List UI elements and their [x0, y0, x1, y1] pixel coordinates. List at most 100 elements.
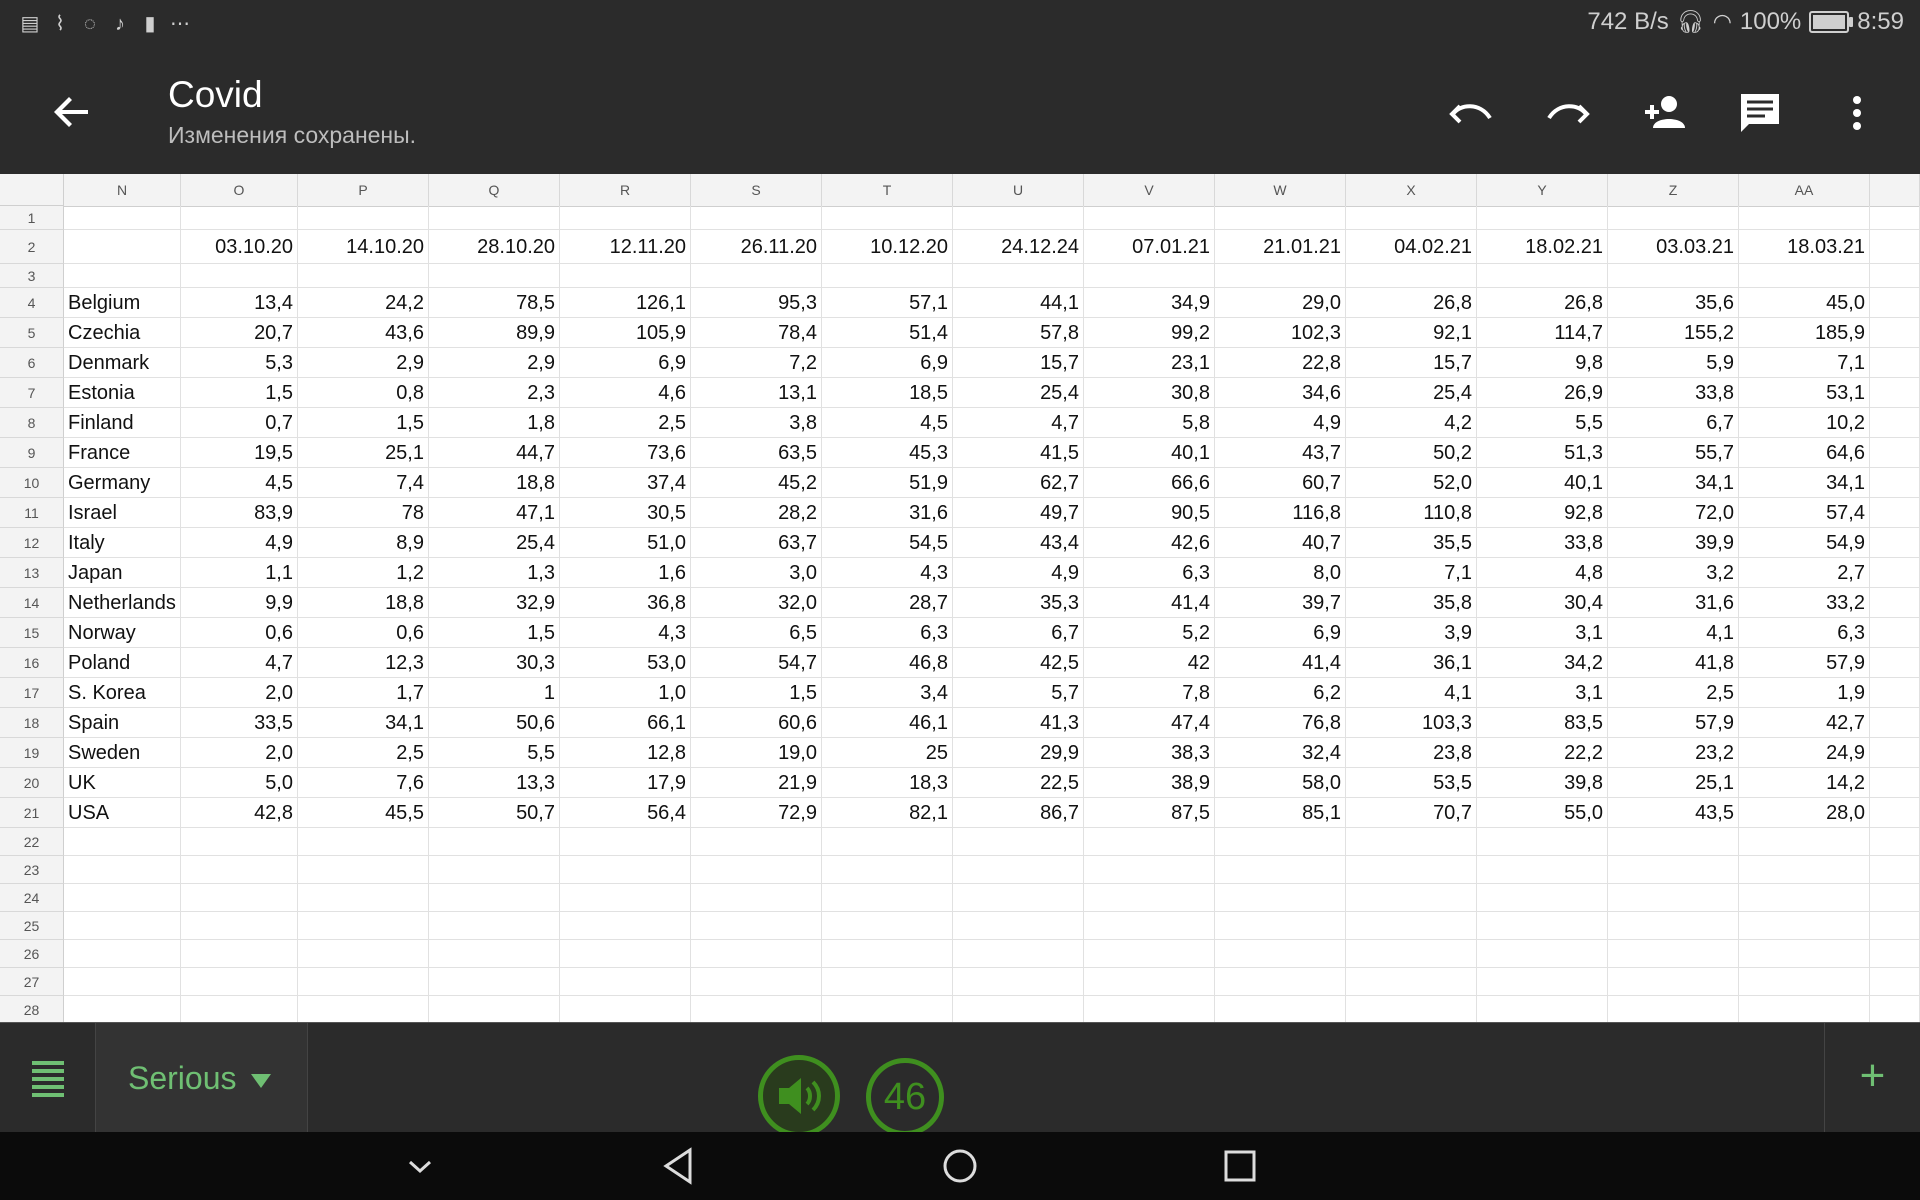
- table-cell[interactable]: [953, 996, 1084, 1022]
- date-header-cell[interactable]: 03.03.21: [1608, 230, 1739, 264]
- value-cell[interactable]: 6,5: [691, 618, 822, 648]
- row-header[interactable]: 2: [0, 230, 64, 264]
- value-cell[interactable]: 6,3: [1084, 558, 1215, 588]
- table-cell[interactable]: [1608, 884, 1739, 912]
- value-cell[interactable]: 15,7: [953, 348, 1084, 378]
- value-cell[interactable]: 155,2: [1608, 318, 1739, 348]
- value-cell[interactable]: 26,8: [1477, 288, 1608, 318]
- country-name-cell[interactable]: Netherlands: [64, 588, 181, 618]
- table-cell[interactable]: [1346, 996, 1477, 1022]
- table-cell[interactable]: [181, 912, 298, 940]
- table-cell[interactable]: [1870, 468, 1920, 498]
- value-cell[interactable]: 2,7: [1739, 558, 1870, 588]
- value-cell[interactable]: 42,7: [1739, 708, 1870, 738]
- value-cell[interactable]: 45,3: [822, 438, 953, 468]
- table-cell[interactable]: [181, 940, 298, 968]
- value-cell[interactable]: 1,3: [429, 558, 560, 588]
- table-cell[interactable]: [1870, 206, 1920, 230]
- table-cell[interactable]: [1870, 798, 1920, 828]
- value-cell[interactable]: 55,0: [1477, 798, 1608, 828]
- value-cell[interactable]: 3,0: [691, 558, 822, 588]
- table-cell[interactable]: [822, 996, 953, 1022]
- value-cell[interactable]: 34,6: [1215, 378, 1346, 408]
- value-cell[interactable]: 66,6: [1084, 468, 1215, 498]
- table-cell[interactable]: [1870, 678, 1920, 708]
- value-cell[interactable]: 20,7: [181, 318, 298, 348]
- value-cell[interactable]: 54,9: [1739, 528, 1870, 558]
- table-cell[interactable]: [1870, 738, 1920, 768]
- value-cell[interactable]: 30,4: [1477, 588, 1608, 618]
- table-cell[interactable]: [1870, 618, 1920, 648]
- value-cell[interactable]: 1,5: [691, 678, 822, 708]
- table-cell[interactable]: [64, 856, 181, 884]
- value-cell[interactable]: 7,1: [1739, 348, 1870, 378]
- value-cell[interactable]: 2,3: [429, 378, 560, 408]
- value-cell[interactable]: 17,9: [560, 768, 691, 798]
- value-cell[interactable]: 1,7: [298, 678, 429, 708]
- table-cell[interactable]: [1477, 912, 1608, 940]
- table-cell[interactable]: [1739, 912, 1870, 940]
- value-cell[interactable]: 19,5: [181, 438, 298, 468]
- sheets-list-button[interactable]: [0, 1023, 96, 1133]
- value-cell[interactable]: 7,4: [298, 468, 429, 498]
- value-cell[interactable]: 40,1: [1477, 468, 1608, 498]
- value-cell[interactable]: 45,0: [1739, 288, 1870, 318]
- country-name-cell[interactable]: Italy: [64, 528, 181, 558]
- value-cell[interactable]: 19,0: [691, 738, 822, 768]
- table-cell[interactable]: [1215, 912, 1346, 940]
- value-cell[interactable]: 1,2: [298, 558, 429, 588]
- column-header-z[interactable]: Z: [1608, 174, 1739, 206]
- value-cell[interactable]: 3,4: [822, 678, 953, 708]
- value-cell[interactable]: 54,7: [691, 648, 822, 678]
- nav-recents-button[interactable]: [1218, 1144, 1262, 1188]
- value-cell[interactable]: 44,7: [429, 438, 560, 468]
- table-cell[interactable]: [560, 968, 691, 996]
- country-name-cell[interactable]: Czechia: [64, 318, 181, 348]
- date-header-cell[interactable]: 12.11.20: [560, 230, 691, 264]
- column-header-r[interactable]: R: [560, 174, 691, 206]
- value-cell[interactable]: 1,8: [429, 408, 560, 438]
- table-cell[interactable]: [822, 912, 953, 940]
- table-cell[interactable]: [181, 884, 298, 912]
- value-cell[interactable]: 4,3: [560, 618, 691, 648]
- table-cell[interactable]: [429, 912, 560, 940]
- value-cell[interactable]: 55,7: [1608, 438, 1739, 468]
- speaker-overlay-button[interactable]: [758, 1055, 840, 1137]
- table-cell[interactable]: [1477, 856, 1608, 884]
- value-cell[interactable]: 4,5: [181, 468, 298, 498]
- value-cell[interactable]: 35,5: [1346, 528, 1477, 558]
- value-cell[interactable]: 25,4: [429, 528, 560, 558]
- table-cell[interactable]: [1739, 940, 1870, 968]
- value-cell[interactable]: 0,6: [298, 618, 429, 648]
- value-cell[interactable]: 23,1: [1084, 348, 1215, 378]
- value-cell[interactable]: 41,4: [1215, 648, 1346, 678]
- value-cell[interactable]: 5,7: [953, 678, 1084, 708]
- table-cell[interactable]: [953, 264, 1084, 288]
- table-cell[interactable]: [691, 206, 822, 230]
- value-cell[interactable]: 43,6: [298, 318, 429, 348]
- value-cell[interactable]: 24,9: [1739, 738, 1870, 768]
- value-cell[interactable]: 1,1: [181, 558, 298, 588]
- value-cell[interactable]: 4,6: [560, 378, 691, 408]
- value-cell[interactable]: 70,7: [1346, 798, 1477, 828]
- table-cell[interactable]: [560, 206, 691, 230]
- table-cell[interactable]: [691, 940, 822, 968]
- table-cell[interactable]: [560, 940, 691, 968]
- country-name-cell[interactable]: Spain: [64, 708, 181, 738]
- table-cell[interactable]: [953, 828, 1084, 856]
- row-header[interactable]: 5: [0, 318, 64, 348]
- value-cell[interactable]: 72,9: [691, 798, 822, 828]
- table-cell[interactable]: [429, 828, 560, 856]
- value-cell[interactable]: 6,3: [1739, 618, 1870, 648]
- value-cell[interactable]: 14,2: [1739, 768, 1870, 798]
- row-header[interactable]: 3: [0, 264, 64, 288]
- value-cell[interactable]: 102,3: [1215, 318, 1346, 348]
- value-cell[interactable]: 51,9: [822, 468, 953, 498]
- value-cell[interactable]: 5,5: [1477, 408, 1608, 438]
- value-cell[interactable]: 52,0: [1346, 468, 1477, 498]
- table-cell[interactable]: [1215, 828, 1346, 856]
- table-cell[interactable]: [953, 940, 1084, 968]
- table-cell[interactable]: [1346, 912, 1477, 940]
- table-cell[interactable]: [1739, 206, 1870, 230]
- table-cell[interactable]: [1215, 884, 1346, 912]
